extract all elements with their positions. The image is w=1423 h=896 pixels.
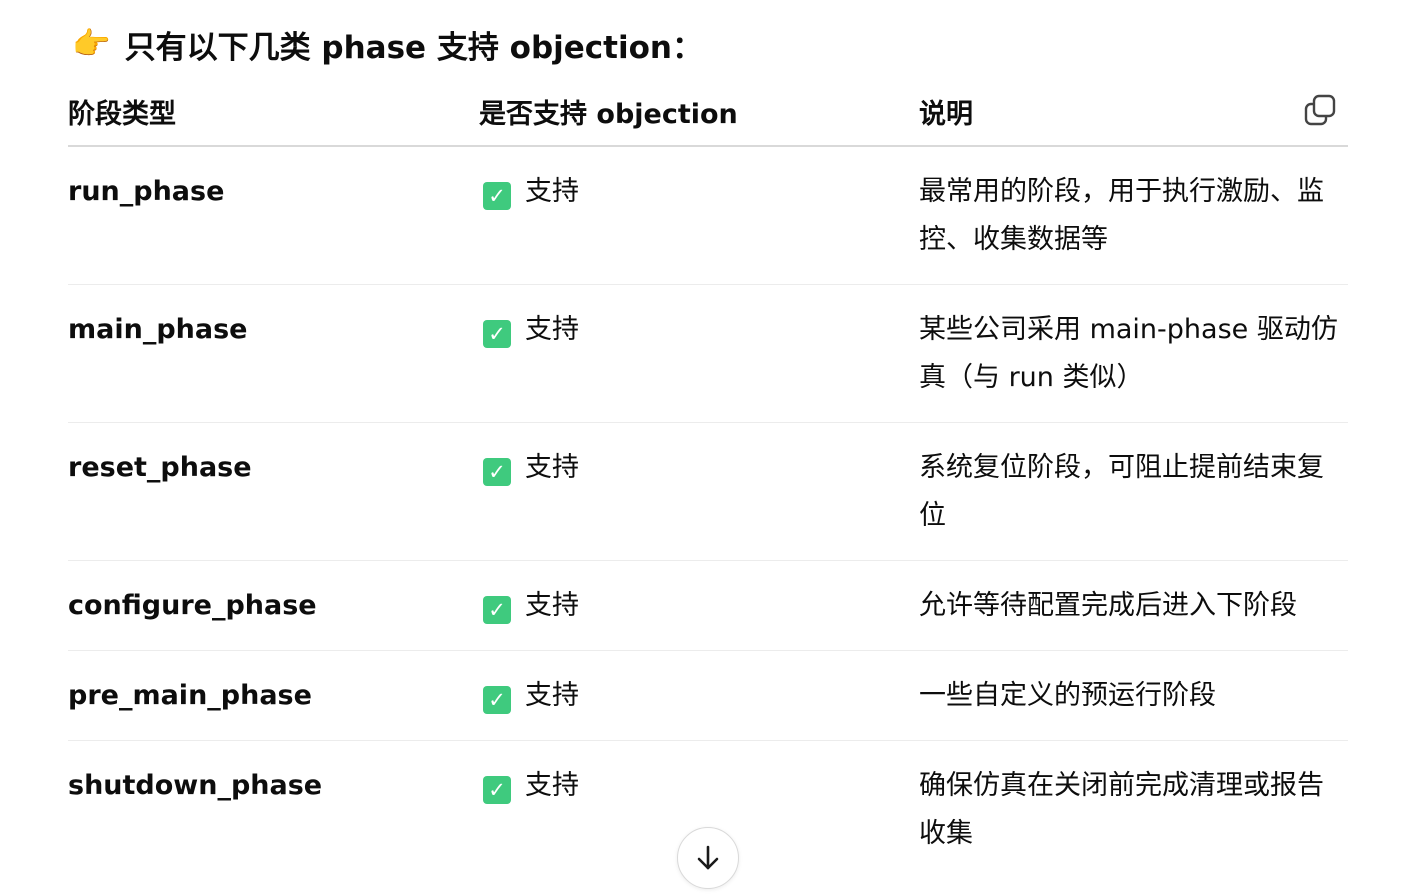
arrow-down-icon xyxy=(697,845,719,870)
support-cell: ✓ 支持 xyxy=(479,560,919,651)
check-mark-icon: ✓ xyxy=(483,182,511,210)
check-mark-icon: ✓ xyxy=(483,320,511,348)
table-row: configure_phase ✓ 支持 允许等待配置完成后进入下阶段 xyxy=(68,560,1348,651)
header-phase-type: 阶段类型 xyxy=(68,76,479,147)
support-cell: ✓ 支持 xyxy=(479,146,919,285)
scroll-to-bottom-button[interactable] xyxy=(677,827,739,889)
phase-description: 系统复位阶段，可阻止提前结束复位 xyxy=(919,422,1348,561)
table-header-row: 阶段类型 是否支持 objection 说明 xyxy=(68,76,1348,147)
phase-name: shutdown_phase xyxy=(68,770,323,801)
phase-name: configure_phase xyxy=(68,560,479,651)
phase-description: 一些自定义的预运行阶段 xyxy=(919,650,1348,741)
support-label: 支持 xyxy=(525,770,579,801)
phase-description: 确保仿真在关闭前完成清理或报告收集 xyxy=(919,770,1324,849)
section-heading-text: 只有以下几类 phase 支持 objection： xyxy=(124,29,703,66)
phase-name: reset_phase xyxy=(68,422,479,561)
table-row: main_phase ✓ 支持 某些公司采用 main-phase 驱动仿真（与 … xyxy=(68,284,1348,423)
check-mark-icon: ✓ xyxy=(483,686,511,714)
check-mark-icon: ✓ xyxy=(483,458,511,486)
support-cell: ✓ 支持 xyxy=(479,422,919,561)
section-heading: 👉 只有以下几类 phase 支持 objection： xyxy=(72,20,703,68)
table-row: pre_main_phase ✓ 支持 一些自定义的预运行阶段 xyxy=(68,650,1348,741)
support-cell: ✓ 支持 xyxy=(479,284,919,423)
check-mark-icon: ✓ xyxy=(483,596,511,624)
support-label: 支持 xyxy=(525,176,579,207)
check-mark-icon: ✓ xyxy=(483,776,511,804)
phase-description: 允许等待配置完成后进入下阶段 xyxy=(919,560,1348,651)
support-label: 支持 xyxy=(525,680,579,711)
phase-description: 某些公司采用 main-phase 驱动仿真（与 run 类似） xyxy=(919,284,1348,423)
header-objection-support: 是否支持 objection xyxy=(479,76,919,147)
support-label: 支持 xyxy=(525,314,579,345)
pointing-hand-icon: 👉 xyxy=(72,25,111,62)
table-row: run_phase ✓ 支持 最常用的阶段，用于执行激励、监控、收集数据等 xyxy=(68,146,1348,285)
phase-description: 最常用的阶段，用于执行激励、监控、收集数据等 xyxy=(919,146,1348,285)
phase-objection-table: 阶段类型 是否支持 objection 说明 run_phase ✓ 支持 最常用… xyxy=(68,76,1348,878)
phase-name: pre_main_phase xyxy=(68,650,479,741)
header-description: 说明 xyxy=(919,76,1348,147)
support-label: 支持 xyxy=(525,590,579,621)
support-cell: ✓ 支持 xyxy=(479,650,919,741)
phase-name: main_phase xyxy=(68,284,479,423)
support-label: 支持 xyxy=(525,452,579,483)
phase-name: run_phase xyxy=(68,146,479,285)
table-row: reset_phase ✓ 支持 系统复位阶段，可阻止提前结束复位 xyxy=(68,422,1348,561)
